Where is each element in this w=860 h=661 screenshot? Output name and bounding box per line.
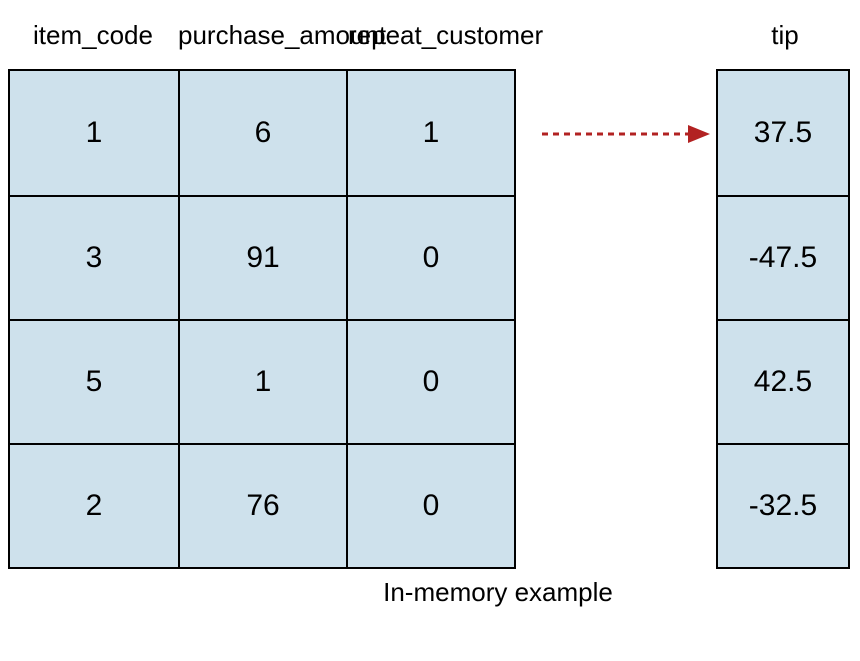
table-row: 37.5 — [718, 71, 848, 195]
header-row: item_code purchase_amount repeat_custome… — [8, 20, 852, 51]
cell-repeat-customer: 0 — [346, 443, 514, 567]
header-tip: tip — [718, 20, 852, 51]
cell-purchase-amount: 91 — [178, 195, 346, 319]
header-repeat-customer: repeat_customer — [348, 20, 518, 51]
cell-purchase-amount: 1 — [178, 319, 346, 443]
header-spacer — [518, 20, 718, 51]
header-purchase-amount: purchase_amount — [178, 20, 348, 51]
cell-tip: -47.5 — [718, 195, 848, 319]
target-table: 37.5 -47.5 42.5 -32.5 — [716, 69, 850, 569]
table-row: 1 6 1 — [10, 71, 514, 195]
cell-tip: 42.5 — [718, 319, 848, 443]
cell-item-code: 3 — [10, 195, 178, 319]
cell-repeat-customer: 0 — [346, 319, 514, 443]
table-row: -47.5 — [718, 195, 848, 319]
cell-purchase-amount: 6 — [178, 71, 346, 195]
cell-repeat-customer: 1 — [346, 71, 514, 195]
footer-row: In-memory example — [8, 577, 852, 608]
cell-item-code: 2 — [10, 443, 178, 567]
table-row: 2 76 0 — [10, 443, 514, 567]
body-area: 1 6 1 3 91 0 5 1 0 2 76 0 37.5 — [8, 69, 852, 569]
header-item-code: item_code — [8, 20, 178, 51]
cell-item-code: 5 — [10, 319, 178, 443]
table-row: -32.5 — [718, 443, 848, 567]
diagram-container: item_code purchase_amount repeat_custome… — [8, 20, 852, 608]
table-row: 42.5 — [718, 319, 848, 443]
cell-item-code: 1 — [10, 71, 178, 195]
table-row: 5 1 0 — [10, 319, 514, 443]
cell-tip: 37.5 — [718, 71, 848, 195]
footer-label: In-memory example — [348, 577, 648, 608]
table-row: 3 91 0 — [10, 195, 514, 319]
features-table: 1 6 1 3 91 0 5 1 0 2 76 0 — [8, 69, 516, 569]
cell-repeat-customer: 0 — [346, 195, 514, 319]
cell-purchase-amount: 76 — [178, 443, 346, 567]
footer-spacer — [8, 577, 348, 608]
cell-tip: -32.5 — [718, 443, 848, 567]
